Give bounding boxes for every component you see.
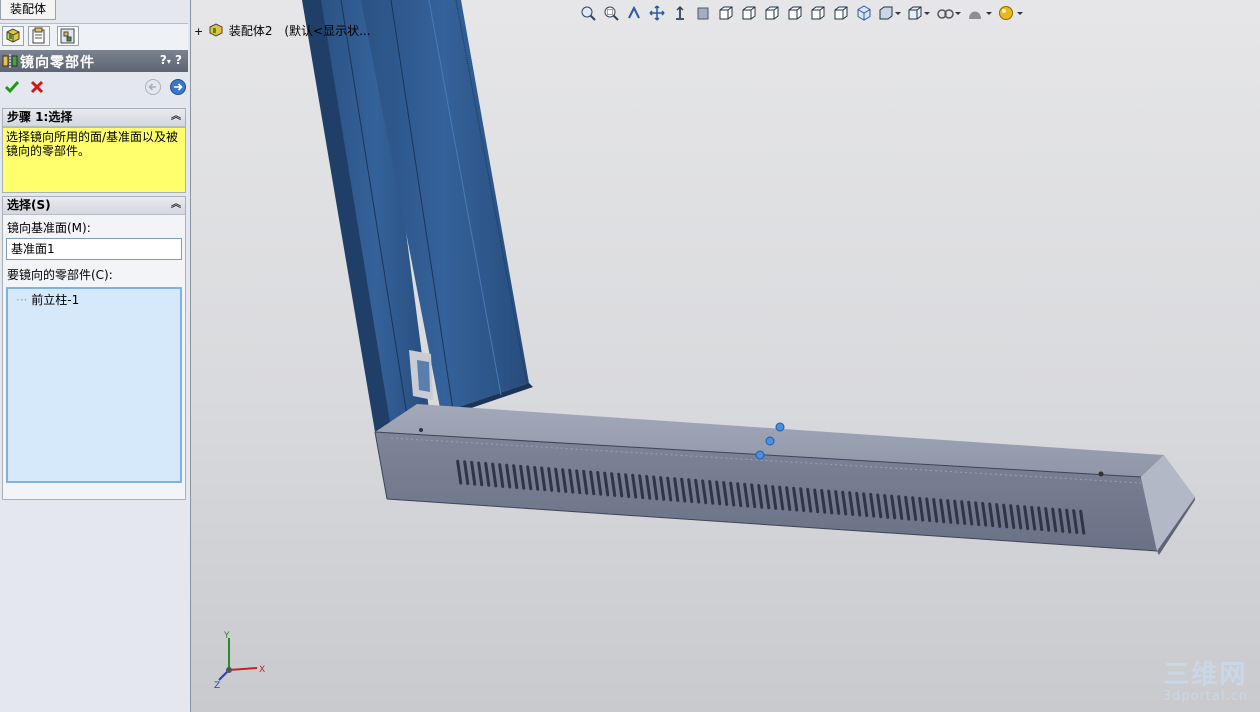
selection-group: 选择(S) ︽ 镜向基准面(M): 基准面1 要镜向的零部件(C): ··· 前… (2, 196, 186, 500)
instruction-message: 选择镜向所用的面/基准面以及被镜向的零部件。 (3, 127, 185, 192)
view-front-icon[interactable] (717, 4, 735, 22)
property-manager-icon (32, 27, 45, 44)
watermark-logo: 三维网 3dportal.cn (1163, 661, 1248, 704)
feature-manager-tab[interactable] (2, 26, 24, 46)
feature-tree-icon (6, 28, 20, 43)
configuration-manager-icon (60, 28, 75, 44)
reference-triad: Y X Z (214, 631, 265, 690)
graphics-viewport[interactable]: + 装配体2 (默认<显示状... Y X Z 三维网 3dportal.cn (191, 0, 1260, 712)
whats-wrong-icon: ? (175, 53, 182, 67)
edit-appearance-icon[interactable] (967, 4, 993, 22)
help-icon: ? (159, 53, 167, 67)
assembly-tab[interactable]: 装配体 (0, 0, 56, 20)
component-name: 前立柱-1 (31, 293, 80, 307)
view-left-icon[interactable] (763, 4, 781, 22)
apply-scene-icon[interactable] (998, 4, 1024, 22)
mirror-components-icon (2, 54, 18, 68)
property-manager-title: 镜向零部件 (20, 55, 95, 71)
front-column-part[interactable] (302, 0, 533, 432)
cancel-x-icon[interactable] (29, 79, 45, 95)
view-top-icon[interactable] (809, 4, 827, 22)
display-style-icon[interactable] (907, 4, 931, 22)
pan-icon[interactable] (648, 4, 666, 22)
back-arrow-icon[interactable] (144, 78, 162, 96)
step-1-group: 步骤 1:选择 ︽ 选择镜向所用的面/基准面以及被镜向的零部件。 (2, 108, 186, 193)
base-tray-part[interactable] (374, 404, 1195, 555)
triad-z-label: Z (214, 681, 220, 690)
step-1-title: 步骤 1:选择 (7, 110, 73, 124)
view-back-icon[interactable] (740, 4, 758, 22)
view-bottom-icon[interactable] (832, 4, 850, 22)
manager-tab-strip (0, 23, 188, 51)
view-right-icon[interactable] (786, 4, 804, 22)
components-list[interactable]: ··· 前立柱-1 (6, 287, 182, 483)
section-view-icon[interactable] (694, 4, 712, 22)
configuration-manager-tab[interactable] (57, 26, 79, 46)
property-manager-tab[interactable] (28, 26, 50, 46)
triad-y-label: Y (223, 631, 230, 641)
model-3d-view[interactable] (191, 0, 1260, 712)
mirror-plane-field[interactable]: 基准面1 (6, 238, 182, 260)
collapse-up-icon[interactable]: ︽ (171, 109, 181, 125)
triad-x-label: X (259, 665, 265, 675)
list-item[interactable]: ··· 前立柱-1 (16, 291, 79, 308)
feature-tree-root[interactable]: + 装配体2 (默认<显示状... (194, 22, 371, 38)
ok-checkmark-icon[interactable] (4, 79, 20, 95)
zoom-to-fit-icon[interactable] (579, 4, 597, 22)
watermark-title: 三维网 (1163, 660, 1248, 690)
view-isometric-icon[interactable] (855, 4, 873, 22)
watermark-url: 3dportal.cn (1162, 689, 1248, 704)
selection-header[interactable]: 选择(S) ︽ (3, 197, 185, 215)
components-label: 要镜向的零部件(C): (7, 268, 113, 282)
step-1-header[interactable]: 步骤 1:选择 ︽ (3, 109, 185, 127)
rotate-icon[interactable] (671, 4, 689, 22)
expand-toggle[interactable]: + (194, 25, 203, 38)
hide-show-items-icon[interactable] (936, 4, 962, 22)
collapse-up-icon[interactable]: ︽ (171, 197, 181, 213)
action-row (0, 75, 188, 99)
heads-up-view-toolbar (579, 2, 1024, 24)
assembly-name: 装配体2 (228, 24, 273, 38)
view-orientation-icon[interactable] (878, 4, 902, 22)
previous-view-icon[interactable] (625, 4, 643, 22)
selection-title: 选择(S) (7, 198, 51, 212)
assembly-icon (209, 23, 223, 37)
mirror-plane-label: 镜向基准面(M): (7, 221, 91, 235)
configuration-name: (默认<显示状... (284, 24, 371, 38)
property-manager-header: 镜向零部件 ?▾ ? (0, 50, 188, 72)
next-arrow-icon[interactable] (169, 78, 187, 96)
zoom-to-area-icon[interactable] (602, 4, 620, 22)
property-manager-panel: 装配体 镜向零部件 ?▾ ? 步骤 1:选择 ︽ 选择镜向所用的面/基准面以及被… (0, 0, 191, 712)
help-button[interactable]: ?▾ ? (160, 53, 182, 67)
